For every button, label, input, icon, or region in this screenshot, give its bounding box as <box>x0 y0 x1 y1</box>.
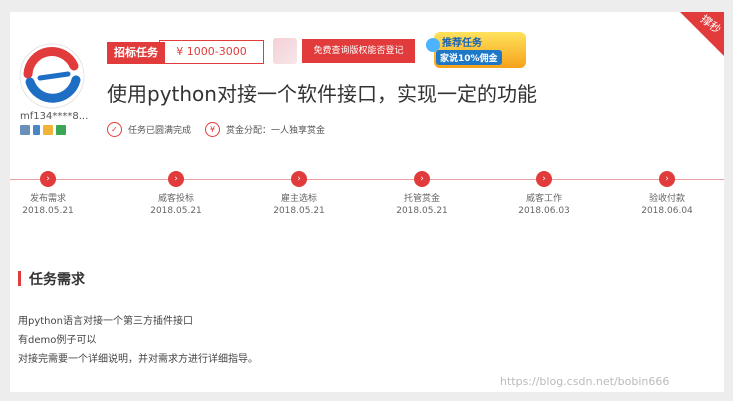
requirement-line: 有demo例子可以 <box>18 335 97 346</box>
task-title: 使用python对接一个软件接口，实现一定的功能 <box>107 82 537 106</box>
step-date: 2018.06.04 <box>641 206 693 216</box>
step-date: 2018.05.21 <box>273 206 325 216</box>
bank-card-icon <box>56 125 66 135</box>
section-marker <box>18 271 21 286</box>
step-label: 威客投标 <box>157 194 194 204</box>
timeline-step: › 验收付款 2018.06.04 <box>627 171 707 216</box>
task-meta: ✓ 任务已圆满完成 ¥ 赏金分配：一人独享赏金 <box>107 122 325 137</box>
blurred-avatar <box>273 38 297 64</box>
source-watermark: https://blog.csdn.net/bobin666 <box>500 375 670 388</box>
step-arrow-icon: › <box>659 171 675 187</box>
employer-username[interactable]: mf134****8... <box>20 111 88 122</box>
step-arrow-icon: › <box>536 171 552 187</box>
step-date: 2018.06.03 <box>518 206 570 216</box>
promo-line-2: 家说10%佣金 <box>436 50 502 65</box>
progress-line <box>10 179 724 180</box>
timeline-step: › 威客工作 2018.06.03 <box>504 171 584 216</box>
step-label: 验收付款 <box>648 194 685 204</box>
price-range: ¥ 1000-3000 <box>159 40 264 64</box>
phone-icon <box>33 125 40 135</box>
id-card-icon <box>20 125 30 135</box>
step-arrow-icon: › <box>414 171 430 187</box>
step-arrow-icon: › <box>40 171 56 187</box>
employer-logo[interactable] <box>18 42 86 110</box>
step-label: 威客工作 <box>525 194 562 204</box>
copyright-check-button[interactable]: 免费查询版权能否登记 <box>302 39 415 63</box>
timeline-step: › 威客投标 2018.05.21 <box>136 171 216 216</box>
timeline-step: › 雇主选标 2018.05.21 <box>259 171 339 216</box>
reward-allocation: 赏金分配：一人独享赏金 <box>226 126 326 136</box>
step-arrow-icon: › <box>168 171 184 187</box>
employer-badges <box>20 125 66 135</box>
timeline-step: › 发布需求 2018.05.21 <box>10 171 88 216</box>
timeline-step: › 托管赏金 2018.05.21 <box>382 171 462 216</box>
requirements-heading: 任务需求 <box>29 272 85 288</box>
promo-line-1: 推荐任务 <box>442 38 482 49</box>
check-circle-icon: ✓ <box>107 122 122 137</box>
step-date: 2018.05.21 <box>150 206 202 216</box>
step-arrow-icon: › <box>291 171 307 187</box>
yuan-circle-icon: ¥ <box>205 122 221 137</box>
step-date: 2018.05.21 <box>396 206 448 216</box>
task-card: 撑秒 mf134****8... 招标任务 ¥ 1000-3000 免费查询版权… <box>10 12 724 392</box>
requirement-line: 用python语言对接一个第三方插件接口 <box>18 316 193 327</box>
promo-banner[interactable]: 推荐任务 家说10%佣金 <box>426 28 526 72</box>
task-status: 任务已圆满完成 <box>128 126 192 136</box>
task-type-tag: 招标任务 <box>107 42 165 64</box>
step-label: 发布需求 <box>29 194 66 204</box>
step-date: 2018.05.21 <box>22 206 74 216</box>
email-icon <box>43 125 53 135</box>
requirement-line: 对接完需要一个详细说明，并对需求方进行详细指导。 <box>18 354 258 365</box>
step-label: 雇主选标 <box>280 194 317 204</box>
step-label: 托管赏金 <box>403 194 440 204</box>
